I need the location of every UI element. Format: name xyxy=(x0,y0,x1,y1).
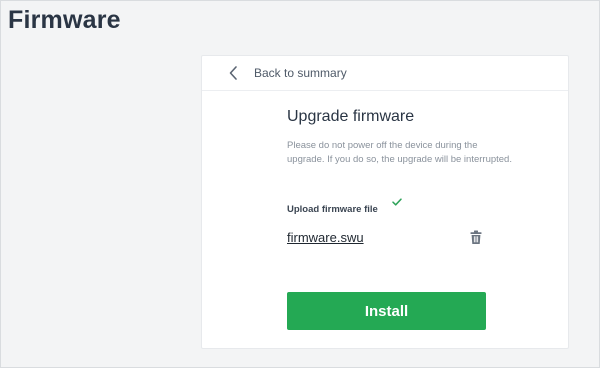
upload-firmware-label: Upload firmware file xyxy=(287,204,378,215)
checkmark-icon xyxy=(392,198,402,206)
upgrade-heading: Upgrade firmware xyxy=(287,108,415,125)
upload-status-row: Upload firmware file xyxy=(287,198,487,215)
power-off-warning: Please do not power off the device durin… xyxy=(287,140,512,165)
install-button[interactable]: Install xyxy=(287,292,486,330)
chevron-left-icon[interactable] xyxy=(226,65,242,81)
upgrade-content: Upgrade firmware Please do not power off… xyxy=(287,108,512,245)
firmware-upgrade-card: Back to summary Upgrade firmware Please … xyxy=(201,55,569,349)
back-to-summary-link[interactable]: Back to summary xyxy=(202,56,568,91)
firmware-file-link[interactable]: firmware.swu xyxy=(287,230,364,245)
back-to-summary-label[interactable]: Back to summary xyxy=(254,66,347,80)
page-title: Firmware xyxy=(8,6,121,34)
trash-icon[interactable] xyxy=(469,230,483,245)
